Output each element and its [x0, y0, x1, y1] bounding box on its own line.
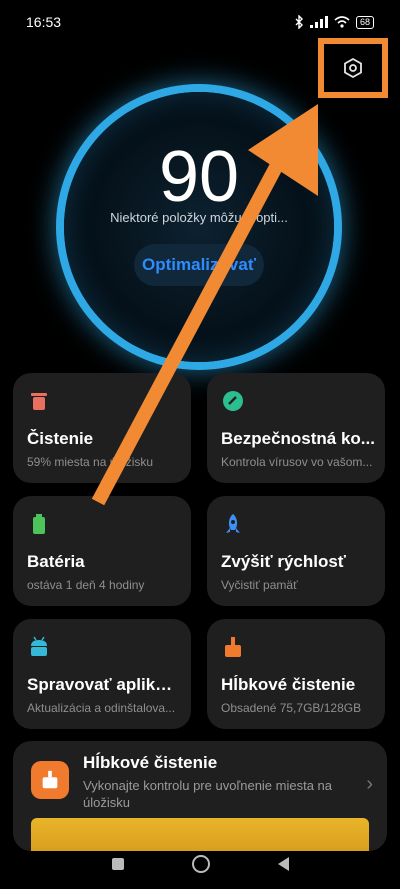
broom-icon — [42, 770, 58, 789]
banner-icon — [31, 761, 69, 799]
broom-icon — [225, 637, 241, 657]
chevron-right-icon: › — [366, 773, 373, 795]
card-title: Spravovať aplikácie — [27, 675, 181, 694]
navigation-bar — [0, 838, 400, 889]
home-button[interactable] — [191, 854, 210, 873]
rocket-icon — [226, 514, 240, 533]
banner-title: Hĺbkové čistenie — [83, 753, 218, 772]
card-subtitle: 59% miesta na úložisku — [27, 455, 154, 469]
security-score-ring: 90 Niektoré položky môžu... opti... Opti… — [64, 92, 334, 362]
card-battery[interactable]: Batéria ostáva 1 deň 4 hodiny — [13, 496, 191, 606]
wifi-icon — [334, 16, 350, 28]
card-title: Batéria — [27, 552, 85, 571]
deep-clean-banner[interactable]: Hĺbkové čistenie Vykonajte kontrolu pre … — [13, 741, 387, 851]
signal-icon — [309, 16, 328, 28]
card-title: Hĺbkové čistenie — [221, 675, 356, 694]
bluetooth-icon — [295, 15, 303, 29]
android-icon — [31, 636, 47, 656]
card-subtitle: ostáva 1 deň 4 hodiny — [27, 578, 145, 592]
card-manage-apps[interactable]: Spravovať aplikácie Aktualizácia a odinš… — [13, 619, 191, 729]
score-subtitle: Niektoré položky môžu... opti... — [110, 210, 288, 225]
status-icons: 68 — [294, 15, 374, 29]
card-boost[interactable]: Zvýšiť rýchlosť Vyčistiť pamäť — [207, 496, 385, 606]
card-title: Bezpečnostná ko... — [221, 429, 375, 448]
recents-button[interactable] — [111, 857, 124, 870]
card-security[interactable]: Bezpečnostná ko... Kontrola vírusov vo v… — [207, 373, 385, 483]
settings-button[interactable] — [318, 38, 388, 98]
battery-indicator: 68 — [355, 15, 374, 29]
card-title: Zvýšiť rýchlosť — [221, 552, 346, 571]
battery-icon — [33, 514, 45, 534]
card-deep-clean[interactable]: Hĺbkové čistenie Obsadené 75,7GB/128GB — [207, 619, 385, 729]
shield-check-icon — [223, 391, 243, 411]
back-button[interactable] — [277, 856, 289, 871]
card-title: Čistenie — [27, 429, 94, 448]
card-subtitle: Kontrola vírusov vo vašom... — [221, 455, 373, 469]
status-time: 16:53 — [26, 14, 62, 30]
optimize-button[interactable]: Optimalizovať — [134, 244, 264, 286]
card-subtitle: Vyčistiť pamäť — [221, 578, 298, 592]
score-value: 90 — [158, 137, 240, 217]
trash-icon — [31, 393, 47, 410]
gear-icon — [344, 57, 362, 79]
card-subtitle: Obsadené 75,7GB/128GB — [221, 701, 362, 715]
banner-description: Vykonajte kontrolu pre uvoľnenie miesta … — [83, 778, 333, 810]
card-subtitle: Aktualizácia a odinštalova... — [27, 701, 176, 715]
card-cleaner[interactable]: Čistenie 59% miesta na úložisku — [13, 373, 191, 483]
